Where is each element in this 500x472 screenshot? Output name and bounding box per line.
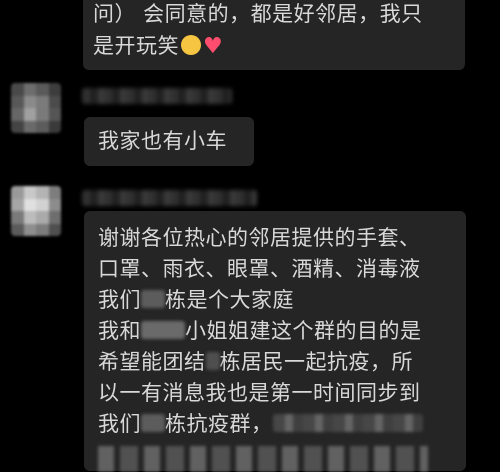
message-text-segment: 栋抗疫群， xyxy=(165,412,273,436)
avatar-pixel xyxy=(23,108,36,121)
message-text-line: 是开玩笑 ♥ xyxy=(93,30,453,62)
avatar[interactable] xyxy=(11,83,61,133)
avatar-pixel xyxy=(11,120,24,133)
message-text-line: 我们 栋抗疫群， xyxy=(98,409,456,440)
avatar-pixel xyxy=(11,223,24,236)
message-text-segment: 希望能团结 xyxy=(98,350,206,374)
avatar-pixel xyxy=(11,198,24,211)
avatar-pixel xyxy=(36,83,49,96)
avatar-pixel xyxy=(36,108,49,121)
pink-heart-icon: ♥ xyxy=(203,34,224,59)
avatar-pixel xyxy=(48,108,61,121)
redacted-text xyxy=(272,414,423,432)
message-text-segment: 栋是个大家庭 xyxy=(165,288,294,312)
chat-bubble-received[interactable]: 谢谢各位热心的邻居提供的手套、 口罩、雨衣、眼罩、酒精、消毒液 我们 栋是个大家庭… xyxy=(84,211,466,472)
avatar-pixel xyxy=(48,83,61,96)
redacted-text xyxy=(141,414,165,432)
message-text-segment: 小姐姐建这个群的目的是 xyxy=(185,319,422,343)
chat-bubble-received[interactable]: 我家也有小车 xyxy=(84,117,254,166)
message-text-line: 问） 会同意的，都是好邻居，我只 xyxy=(93,2,423,26)
avatar-pixel xyxy=(23,120,36,133)
avatar-pixel xyxy=(11,108,24,121)
avatar-pixel xyxy=(48,211,61,224)
redacted-text xyxy=(205,352,220,370)
avatar-pixel xyxy=(11,83,24,96)
message-text-line: 我们 栋是个大家庭 xyxy=(98,285,456,316)
redacted-text xyxy=(141,290,165,308)
message-text: 我家也有小车 xyxy=(98,129,227,153)
avatar-pixel xyxy=(23,95,36,108)
avatar-pixel xyxy=(48,186,61,199)
avatar-pixel xyxy=(36,186,49,199)
avatar-pixel xyxy=(11,95,24,108)
avatar[interactable] xyxy=(11,186,61,236)
message-text-line: 谢谢各位热心的邻居提供的手套、 xyxy=(98,226,421,250)
message-text-line: 以一有消息我也是第一时间同步到 xyxy=(98,381,421,405)
sender-name-redacted xyxy=(82,88,232,104)
message-text-segment: 我们 xyxy=(98,412,141,436)
avatar-pixel xyxy=(48,198,61,211)
avatar-pixel xyxy=(23,186,36,199)
chat-bubble-received[interactable]: 问） 会同意的，都是好邻居，我只 是开玩笑 ♥ xyxy=(83,0,465,70)
message-text-segment: 是开玩笑 xyxy=(93,34,179,58)
message-text-line: 口罩、雨衣、眼罩、酒精、消毒液 xyxy=(98,257,421,281)
message-text-line: 我和 小姐姐建这个群的目的是 xyxy=(98,316,456,347)
avatar-pixel xyxy=(48,95,61,108)
redacted-text xyxy=(141,321,185,339)
avatar-pixel xyxy=(48,223,61,236)
avatar-pixel xyxy=(36,95,49,108)
message-text-line: 希望能团结 栋居民一起抗疫，所 xyxy=(98,347,456,378)
sender-name-redacted xyxy=(82,190,257,206)
avatar-pixel xyxy=(11,211,24,224)
message-text-segment: 栋居民一起抗疫，所 xyxy=(219,350,413,374)
message-text-line-cut-off xyxy=(98,446,428,472)
avatar-pixel xyxy=(36,223,49,236)
avatar-pixel xyxy=(36,211,49,224)
avatar-pixel xyxy=(36,198,49,211)
message-text-segment: 我和 xyxy=(98,319,141,343)
avatar-pixel xyxy=(23,198,36,211)
avatar-pixel xyxy=(23,83,36,96)
avatar-pixel xyxy=(23,223,36,236)
thinking-face-icon xyxy=(181,35,201,55)
avatar-pixel xyxy=(36,120,49,133)
avatar-pixel xyxy=(48,120,61,133)
message-text-segment: 我们 xyxy=(98,288,141,312)
avatar-pixel xyxy=(11,186,24,199)
avatar-pixel xyxy=(23,211,36,224)
